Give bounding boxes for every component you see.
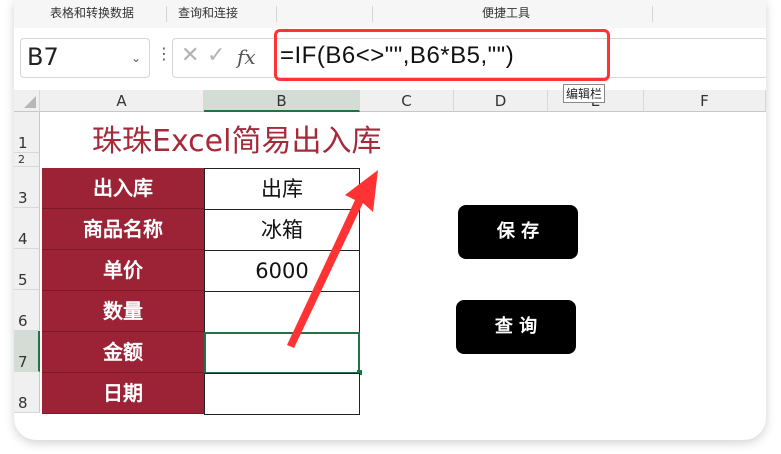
ribbon-divider [166,6,167,22]
selected-cell[interactable] [204,332,360,374]
select-all-corner[interactable] [14,90,40,112]
ribbon-divider [372,6,373,22]
spreadsheet-window: 表格和转换数据 查询和连接 便捷工具 B7 ⌄ ⋮ ✕ ✓ fx =IF(B6<… [14,0,766,440]
row-header-3[interactable]: 3 [14,167,40,208]
row-header-5[interactable]: 5 [14,249,40,290]
query-button[interactable]: 查 询 [456,300,576,354]
value-cell[interactable] [204,373,360,415]
row-header-4[interactable]: 4 [14,208,40,249]
ribbon-divider [276,6,277,22]
label-cell[interactable]: 单价 [42,250,204,291]
row-header-1[interactable]: 1 [14,112,40,153]
column-header-c[interactable]: C [360,90,454,112]
value-cell[interactable]: 冰箱 [204,209,360,251]
value-cell[interactable] [204,291,360,333]
label-cell[interactable]: 金额 [42,332,204,373]
row-header-8[interactable]: 8 [14,372,40,413]
row-header-6[interactable]: 6 [14,290,40,331]
ribbon-item-tools[interactable]: 便捷工具 [482,4,530,21]
label-cell[interactable]: 出入库 [42,168,204,209]
label-cell[interactable]: 数量 [42,291,204,332]
ribbon-divider [652,6,653,22]
save-button[interactable]: 保 存 [458,205,578,259]
name-box[interactable]: B7 ⌄ [20,38,150,78]
column-header-f[interactable]: F [644,90,766,112]
label-cell[interactable]: 商品名称 [42,209,204,250]
column-header-b[interactable]: B [204,90,360,112]
value-cell[interactable]: 出库 [204,168,360,210]
insert-function-icon[interactable]: fx [237,45,256,69]
ribbon-item-query[interactable]: 查询和连接 [178,4,238,21]
cancel-icon[interactable]: ✕ [181,43,199,68]
ribbon-strip: 表格和转换数据 查询和连接 便捷工具 [14,0,766,28]
row-header-2[interactable]: 2 [14,153,40,167]
ribbon-item-transform[interactable]: 表格和转换数据 [50,4,134,21]
more-options-icon[interactable]: ⋮ [156,44,172,63]
chevron-down-icon[interactable]: ⌄ [131,51,141,65]
sheet-title: 珠珠Excel简易出入库 [92,124,382,159]
enter-icon[interactable]: ✓ [207,43,225,68]
value-cell[interactable]: 6000 [204,250,360,292]
column-header-d[interactable]: D [454,90,548,112]
highlight-box [274,29,610,81]
label-cell[interactable]: 日期 [42,373,204,414]
name-box-value: B7 [27,43,59,71]
select-all-icon [24,96,36,108]
column-header-a[interactable]: A [40,90,204,112]
row-header-7[interactable]: 7 [14,331,40,372]
tooltip: 编辑栏 [563,84,606,103]
